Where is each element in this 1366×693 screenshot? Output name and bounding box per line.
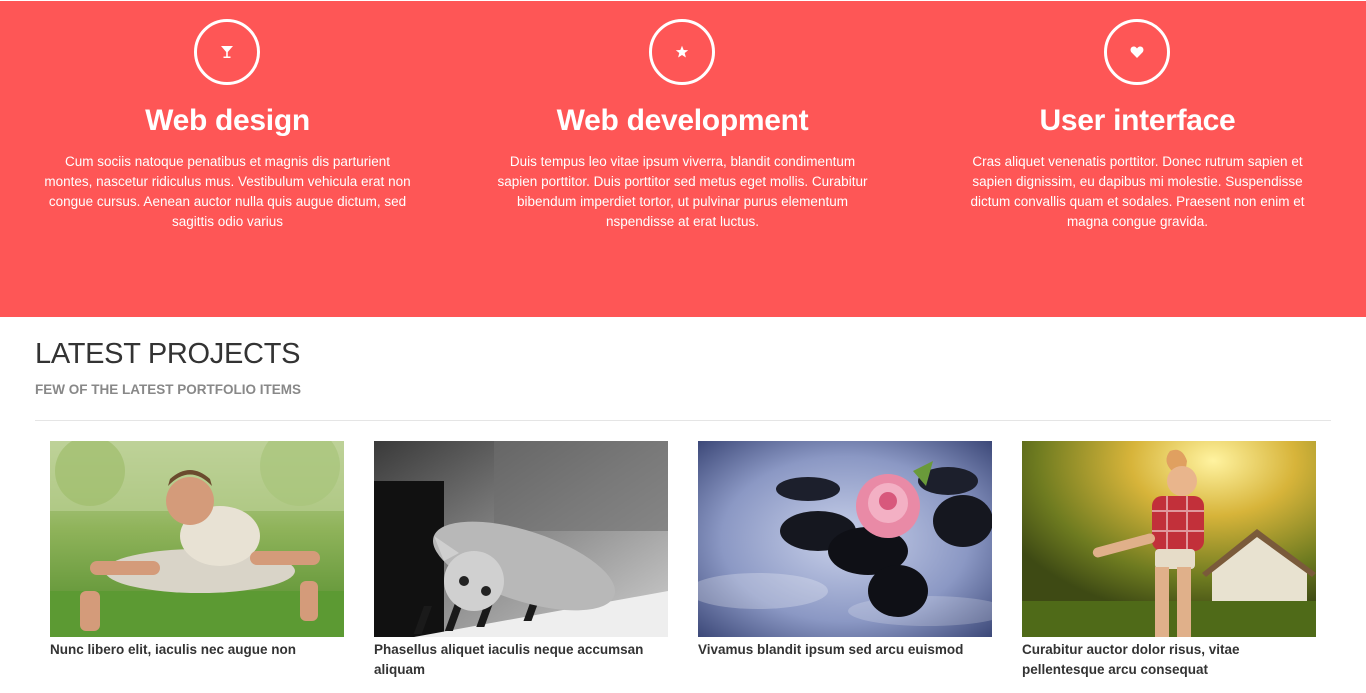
feature-description: Cras aliquet venenatis porttitor. Donec …	[970, 154, 1305, 229]
latest-projects-header: LATEST PROJECTS FEW OF THE LATEST PORTFO…	[35, 338, 301, 397]
project-title[interactable]: Curabitur auctor dolor risus, vitae pell…	[1022, 640, 1316, 680]
section-title: LATEST PROJECTS	[35, 338, 301, 370]
project-card[interactable]: Curabitur auctor dolor risus, vitae pell…	[1022, 441, 1316, 680]
project-card[interactable]: Vivamus blandit ipsum sed arcu euismod	[698, 441, 992, 660]
heart-icon	[1104, 19, 1170, 85]
project-thumbnail[interactable]	[50, 441, 344, 637]
star-icon	[649, 19, 715, 85]
feature-title: Web design	[145, 104, 310, 137]
feature-description: Cum sociis natoque penatibus et magnis d…	[44, 154, 411, 229]
project-title[interactable]: Nunc libero elit, iaculis nec augue non	[50, 640, 344, 660]
feature-title: Web development	[556, 104, 809, 137]
project-thumbnail[interactable]	[374, 441, 668, 637]
project-card[interactable]: Phasellus aliquet iaculis neque accumsan…	[374, 441, 668, 680]
divider	[35, 420, 1331, 421]
project-thumbnail[interactable]	[1022, 441, 1316, 637]
feature-description: Duis tempus leo vitae ipsum viverra, bla…	[497, 154, 868, 229]
services-banner: Web design Cum sociis natoque penatibus …	[0, 0, 1366, 317]
cocktail-icon	[194, 19, 260, 85]
project-card[interactable]: Nunc libero elit, iaculis nec augue non	[50, 441, 344, 660]
project-thumbnail[interactable]	[698, 441, 992, 637]
feature-title: User interface	[1039, 104, 1236, 137]
section-subtitle: FEW OF THE LATEST PORTFOLIO ITEMS	[35, 382, 301, 397]
project-title[interactable]: Vivamus blandit ipsum sed arcu euismod	[698, 640, 992, 660]
project-title[interactable]: Phasellus aliquet iaculis neque accumsan…	[374, 640, 668, 680]
